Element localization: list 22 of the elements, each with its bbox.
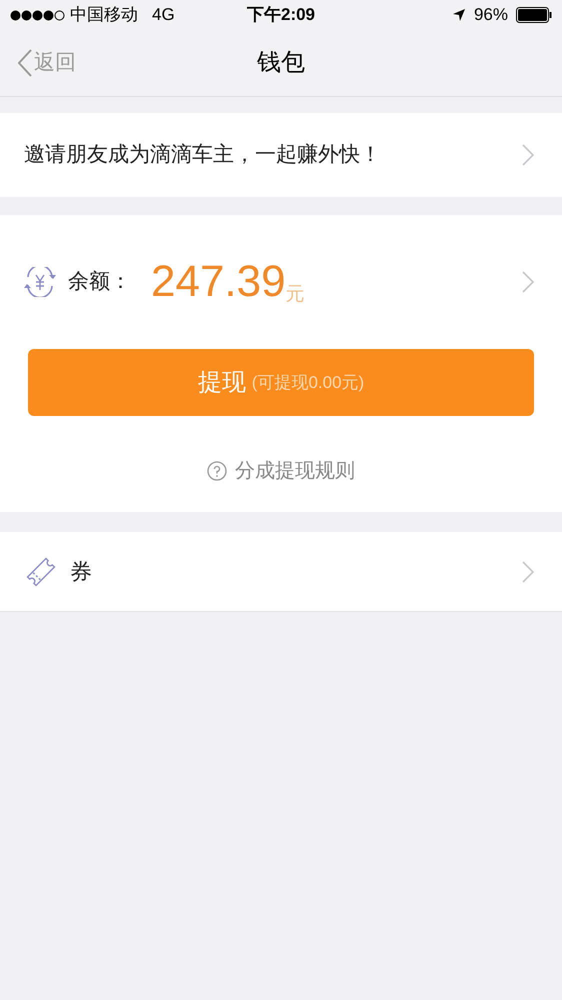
coupon-label: 券: [70, 558, 93, 586]
invite-row[interactable]: 邀请朋友成为滴滴车主，一起赚外快！: [0, 113, 562, 197]
help-icon: [207, 461, 227, 481]
chevron-right-icon: [522, 560, 534, 582]
chevron-right-icon: [522, 144, 534, 166]
coupon-row[interactable]: 券: [0, 532, 562, 612]
page-title: 钱包: [257, 48, 305, 78]
yuan-refresh-icon: [22, 267, 58, 297]
status-time: 下午2:09: [246, 4, 316, 26]
balance-amount: 247.39: [151, 256, 286, 308]
battery-icon: [516, 7, 552, 23]
carrier-name: 中国移动: [70, 4, 138, 26]
balance-label: 余额：: [68, 269, 131, 296]
signal-icon: [10, 10, 66, 20]
rules-link[interactable]: 分成提现规则: [207, 456, 355, 486]
battery-percent: 96%: [474, 4, 508, 26]
location-arrow-icon: [452, 8, 466, 22]
currency-unit: 元: [286, 282, 305, 306]
balance-row[interactable]: 余额： 247.39元: [0, 215, 562, 349]
back-chevron-icon: [18, 49, 32, 77]
network-type: 4G: [152, 4, 175, 26]
chevron-right-icon: [522, 271, 534, 293]
